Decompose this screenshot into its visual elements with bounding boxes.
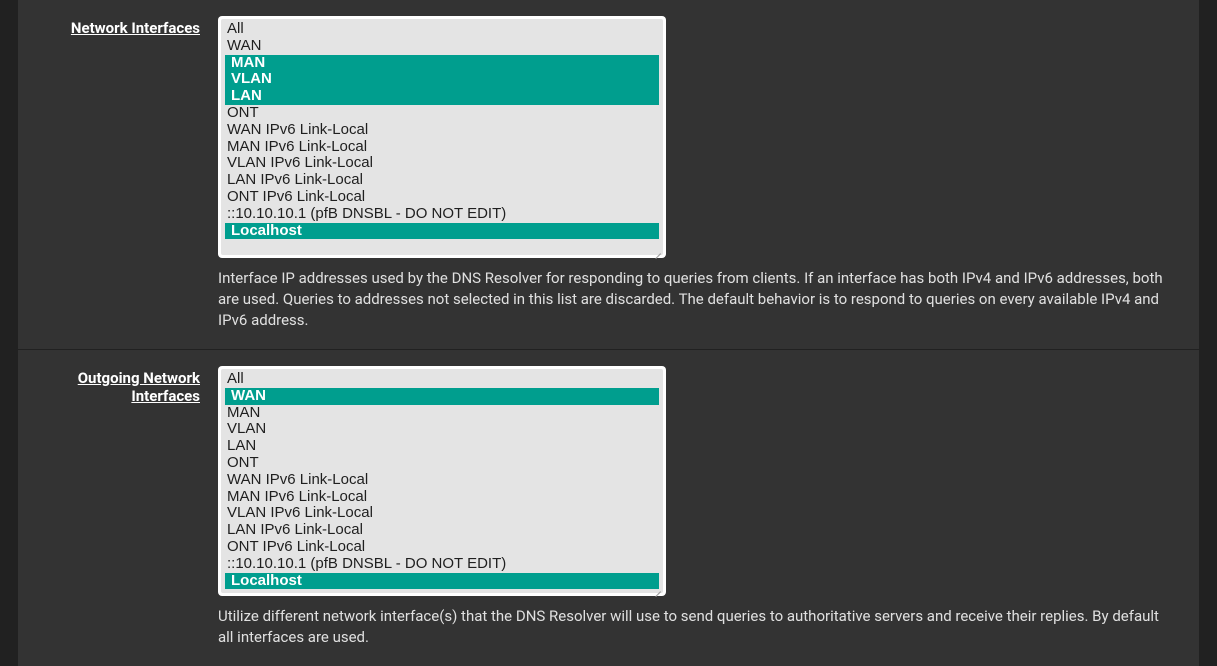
network-interfaces-option[interactable]: Localhost xyxy=(225,223,659,240)
outgoing-interfaces-option[interactable]: LAN IPv6 Link-Local xyxy=(221,522,663,539)
outgoing-interfaces-option[interactable]: LAN xyxy=(221,438,663,455)
input-col: AllWANMANVLANLANONTWAN IPv6 Link-LocalMA… xyxy=(218,366,1189,648)
network-interfaces-option[interactable]: WAN IPv6 Link-Local xyxy=(221,122,663,139)
network-interfaces-option[interactable]: MAN IPv6 Link-Local xyxy=(221,139,663,156)
outgoing-interfaces-option[interactable]: ONT IPv6 Link-Local xyxy=(221,539,663,556)
network-interfaces-option[interactable]: ::10.10.10.1 (pfB DNSBL - DO NOT EDIT) xyxy=(221,206,663,223)
network-interfaces-option[interactable]: MAN xyxy=(225,55,659,72)
label-col: Network Interfaces xyxy=(28,16,218,331)
network-interfaces-select-wrap: AllWANMANVLANLANONTWAN IPv6 Link-LocalMA… xyxy=(218,16,666,258)
outgoing-interfaces-option[interactable]: ::10.10.10.1 (pfB DNSBL - DO NOT EDIT) xyxy=(221,556,663,573)
network-interfaces-option[interactable]: ONT IPv6 Link-Local xyxy=(221,189,663,206)
outgoing-interfaces-option[interactable]: WAN IPv6 Link-Local xyxy=(221,472,663,489)
outgoing-interfaces-select[interactable]: AllWANMANVLANLANONTWAN IPv6 Link-LocalMA… xyxy=(221,369,663,593)
network-interfaces-option[interactable]: ONT xyxy=(221,105,663,122)
label-col: Outgoing Network Interfaces xyxy=(28,366,218,648)
outgoing-interfaces-option[interactable]: VLAN xyxy=(221,421,663,438)
network-interfaces-option[interactable]: VLAN xyxy=(225,71,659,88)
outgoing-interfaces-option[interactable]: MAN IPv6 Link-Local xyxy=(221,489,663,506)
network-interfaces-help: Interface IP addresses used by the DNS R… xyxy=(218,268,1163,331)
outgoing-interfaces-label-link[interactable]: Outgoing Network Interfaces xyxy=(78,369,200,405)
settings-panel: Network Interfaces AllWANMANVLANLANONTWA… xyxy=(18,0,1199,666)
outgoing-interfaces-help: Utilize different network interface(s) t… xyxy=(218,606,1163,648)
row-outgoing-interfaces: Outgoing Network Interfaces AllWANMANVLA… xyxy=(18,350,1199,666)
row-network-interfaces: Network Interfaces AllWANMANVLANLANONTWA… xyxy=(18,0,1199,350)
outgoing-interfaces-select-wrap: AllWANMANVLANLANONTWAN IPv6 Link-LocalMA… xyxy=(218,366,666,596)
input-col: AllWANMANVLANLANONTWAN IPv6 Link-LocalMA… xyxy=(218,16,1189,331)
network-interfaces-option[interactable]: LAN xyxy=(225,88,659,105)
outgoing-interfaces-option[interactable]: ONT xyxy=(221,455,663,472)
network-interfaces-option[interactable]: LAN IPv6 Link-Local xyxy=(221,172,663,189)
network-interfaces-option[interactable]: WAN xyxy=(221,38,663,55)
network-interfaces-option[interactable]: VLAN IPv6 Link-Local xyxy=(221,155,663,172)
network-interfaces-select[interactable]: AllWANMANVLANLANONTWAN IPv6 Link-LocalMA… xyxy=(221,19,663,255)
outgoing-interfaces-option[interactable]: VLAN IPv6 Link-Local xyxy=(221,505,663,522)
outgoing-interfaces-option[interactable]: WAN xyxy=(225,388,659,405)
outgoing-interfaces-option[interactable]: MAN xyxy=(221,405,663,422)
outgoing-interfaces-option[interactable]: All xyxy=(221,371,663,388)
network-interfaces-option[interactable]: All xyxy=(221,21,663,38)
network-interfaces-label-link[interactable]: Network Interfaces xyxy=(71,19,200,37)
outgoing-interfaces-option[interactable]: Localhost xyxy=(225,573,659,590)
